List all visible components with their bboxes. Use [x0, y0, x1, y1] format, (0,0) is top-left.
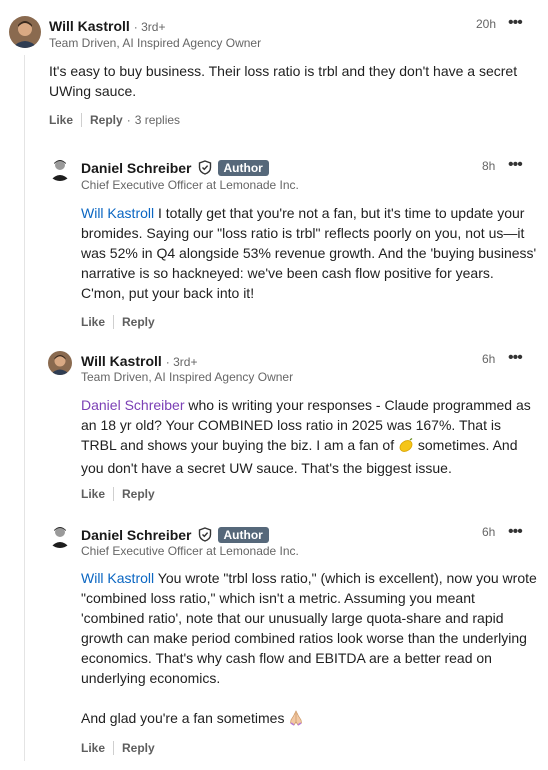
reply-button[interactable]: Reply: [122, 487, 155, 501]
timestamp: 8h: [482, 159, 496, 173]
dot-separator: ·: [126, 113, 131, 127]
comment-text: It's easy to buy business. Their loss ra…: [49, 63, 518, 99]
divider: [81, 113, 83, 127]
divider: [113, 487, 115, 501]
timestamp: 6h: [482, 352, 496, 366]
folded-hands-emoji: [288, 710, 304, 731]
like-button[interactable]: Like: [49, 113, 73, 127]
lemon-emoji: [398, 437, 414, 458]
avatar[interactable]: [48, 351, 72, 375]
like-button[interactable]: Like: [81, 315, 105, 329]
more-horizontal-icon[interactable]: •••: [508, 524, 523, 540]
author-badge: Author: [217, 160, 269, 176]
mention-link[interactable]: Daniel Schreiber: [81, 397, 185, 413]
author-headline: Team Driven, AI Inspired Agency Owner: [81, 370, 294, 384]
connection-degree: · 3rd+: [133, 20, 166, 34]
comment-text: Will Kastroll You wrote "trbl loss ratio…: [81, 568, 537, 731]
author-headline: Chief Executive Officer at Lemonade Inc.: [81, 544, 299, 558]
verified-shield-icon: [198, 160, 212, 178]
reply-button[interactable]: Reply: [90, 113, 123, 127]
author-headline: Chief Executive Officer at Lemonade Inc.: [81, 178, 299, 192]
author-name[interactable]: Will Kastroll · 3rd+: [81, 353, 197, 369]
connection-degree: · 3rd+: [165, 355, 198, 369]
comment-text: Daniel Schreiber who is writing your res…: [81, 397, 531, 476]
comment-actions: Like Reply: [81, 315, 155, 329]
avatar[interactable]: [48, 524, 72, 548]
more-horizontal-icon[interactable]: •••: [508, 350, 523, 366]
mention-link[interactable]: Will Kastroll: [81, 570, 154, 586]
comment-actions: Like Reply: [81, 487, 155, 501]
thread-line: [24, 55, 25, 761]
like-button[interactable]: Like: [81, 741, 105, 755]
reply-button[interactable]: Reply: [122, 741, 155, 755]
author-name[interactable]: Will Kastroll · 3rd+: [49, 18, 165, 34]
replies-count-link[interactable]: 3 replies: [135, 113, 180, 127]
like-button[interactable]: Like: [81, 487, 105, 501]
author-headline: Team Driven, AI Inspired Agency Owner: [49, 36, 262, 50]
author-name[interactable]: Daniel Schreiber Author: [81, 527, 269, 545]
avatar[interactable]: [48, 157, 72, 181]
comment-actions: Like Reply: [81, 741, 155, 755]
reply-button[interactable]: Reply: [122, 315, 155, 329]
divider: [113, 741, 115, 755]
comment-text: Will Kastroll I totally get that you're …: [81, 205, 537, 301]
author-name[interactable]: Daniel Schreiber Author: [81, 160, 269, 178]
divider: [113, 315, 115, 329]
timestamp: 20h: [476, 17, 497, 31]
verified-shield-icon: [198, 527, 212, 545]
more-horizontal-icon[interactable]: •••: [508, 157, 523, 173]
author-badge: Author: [217, 527, 269, 543]
timestamp: 6h: [482, 525, 496, 539]
mention-link[interactable]: Will Kastroll: [81, 205, 154, 221]
avatar[interactable]: [9, 16, 41, 48]
comment-actions: Like Reply · 3 replies: [49, 113, 180, 127]
more-horizontal-icon[interactable]: •••: [508, 15, 523, 31]
